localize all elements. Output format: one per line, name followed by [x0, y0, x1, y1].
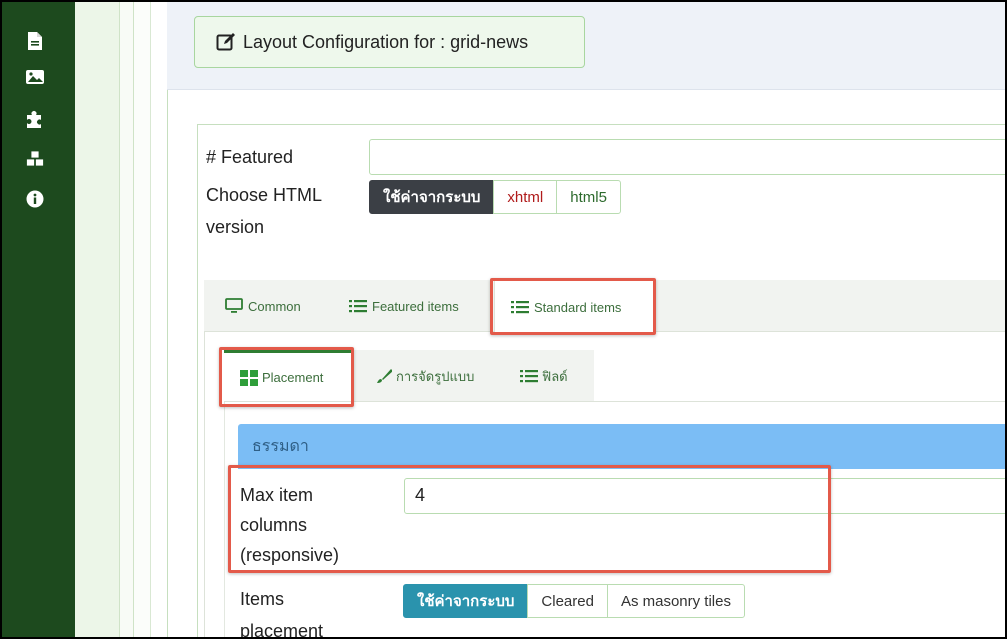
- items-placement-label-line2: placement: [240, 621, 324, 639]
- featured-label: # Featured: [206, 147, 294, 167]
- tab-placement-label: Placement: [262, 370, 324, 385]
- html-version-label-line2: version: [206, 217, 265, 237]
- max-columns-label-line3: (responsive): [240, 545, 340, 565]
- sub-tabs: Placement การจัดรูปแบบ ฟิลด์: [224, 350, 594, 402]
- tab-featured-items[interactable]: Featured items: [349, 280, 459, 332]
- items-placement-system-button[interactable]: ใช้ค่าจากระบบ: [403, 584, 529, 618]
- items-placement-masonry-button[interactable]: As masonry tiles: [606, 584, 745, 618]
- html-version-html5-button[interactable]: html5: [556, 180, 621, 214]
- tab-common[interactable]: Common: [225, 280, 301, 332]
- tab-format-label: การจัดรูปแบบ: [396, 368, 475, 384]
- list-icon: [349, 299, 367, 313]
- file-icon[interactable]: [24, 30, 46, 52]
- html-version-xhtml-button[interactable]: xhtml: [493, 180, 558, 214]
- info-icon[interactable]: [24, 188, 46, 210]
- page-title: Layout Configuration for : grid-news: [194, 16, 585, 68]
- items-placement-cleared-button[interactable]: Cleared: [527, 584, 608, 618]
- section-header: ธรรมดา: [238, 424, 1005, 469]
- max-columns-label-line1: Max item: [240, 485, 314, 505]
- max-columns-input[interactable]: 4: [404, 478, 1005, 514]
- tab-standard-label: Standard items: [534, 299, 622, 315]
- side-strip: [120, 2, 134, 637]
- list-icon: [520, 369, 538, 383]
- max-columns-label: Max item columns (responsive): [240, 482, 339, 568]
- app-window: Layout Configuration for : grid-news # F…: [0, 0, 1007, 639]
- html-version-selector: ใช้ค่าจากระบบ xhtml html5: [369, 180, 621, 214]
- items-placement-label-line1: Items: [240, 589, 285, 609]
- tab-common-label: Common: [248, 298, 301, 314]
- items-placement-label: Items placement: [240, 586, 324, 639]
- page-title-text: Layout Configuration for : grid-news: [243, 31, 529, 52]
- left-sidebar: [2, 2, 75, 637]
- items-placement-selector: ใช้ค่าจากระบบ Cleared As masonry tiles: [403, 584, 745, 618]
- html-version-label-line1: Choose HTML: [206, 185, 323, 205]
- puzzle-icon[interactable]: [24, 108, 46, 130]
- main-tabs: Common Featured items Standard items: [204, 280, 1005, 333]
- max-columns-value: 4: [415, 485, 426, 505]
- html-version-label: Choose HTML version: [206, 182, 322, 240]
- list-icon: [511, 300, 529, 314]
- tab-format[interactable]: การจัดรูปแบบ: [376, 350, 474, 402]
- tab-fields-label: ฟิลด์: [542, 368, 568, 384]
- side-strip: [134, 2, 151, 637]
- featured-input[interactable]: [369, 139, 1005, 175]
- max-columns-label-line2: columns: [240, 515, 308, 535]
- tab-placement[interactable]: Placement: [224, 350, 352, 402]
- brush-icon: [376, 368, 392, 384]
- edit-icon: [215, 31, 237, 53]
- page-header: Layout Configuration for : grid-news: [167, 2, 1005, 90]
- monitor-icon: [225, 298, 243, 314]
- cubes-icon[interactable]: [24, 148, 46, 170]
- html-version-system-button[interactable]: ใช้ค่าจากระบบ: [369, 180, 495, 214]
- tab-fields[interactable]: ฟิลด์: [520, 350, 568, 402]
- tab-standard-items[interactable]: Standard items: [494, 280, 654, 333]
- grid-icon: [240, 369, 258, 386]
- image-icon[interactable]: [24, 66, 46, 88]
- side-strip: [75, 2, 120, 637]
- tab-featured-label: Featured items: [372, 298, 459, 314]
- content-border: [167, 90, 168, 637]
